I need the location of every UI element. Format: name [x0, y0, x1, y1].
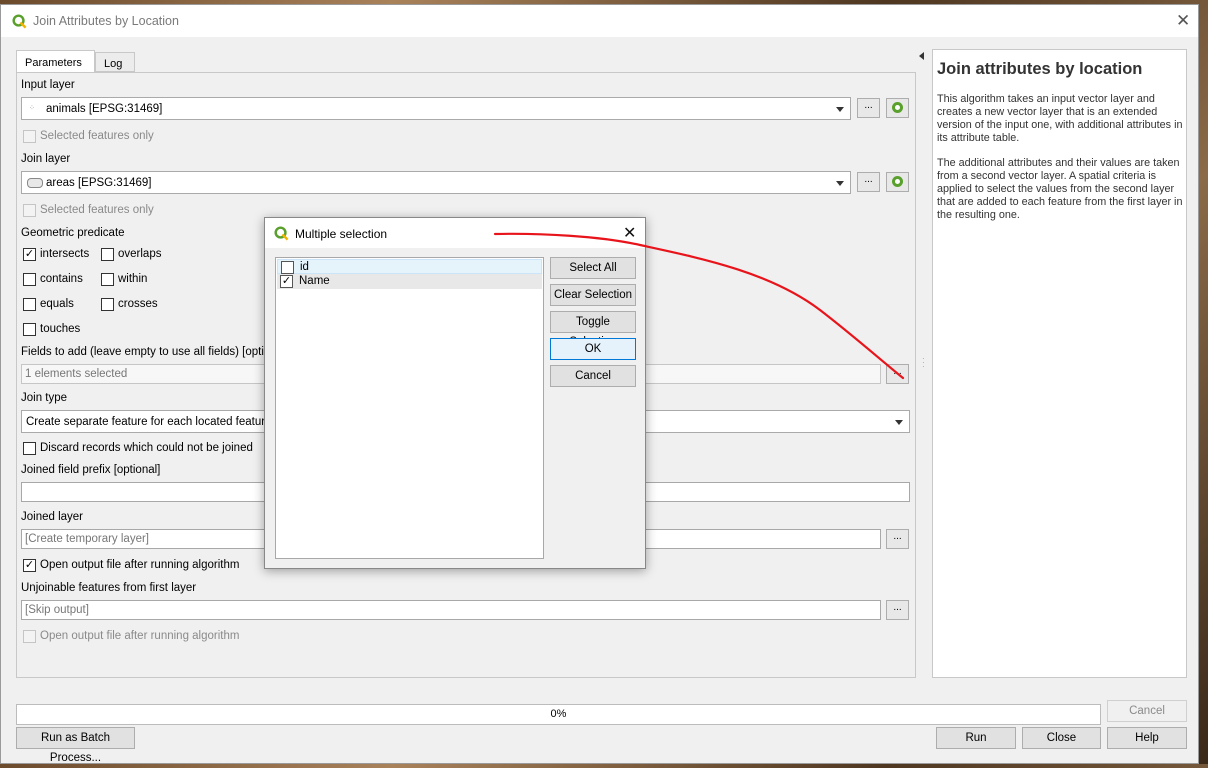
dialog-title: Multiple selection — [295, 227, 388, 241]
tab-label: Parameters — [25, 57, 82, 69]
predicate-touches-checkbox[interactable] — [23, 323, 36, 336]
unjoinable-open-output-checkbox[interactable] — [23, 630, 36, 643]
item-checkbox[interactable] — [281, 261, 294, 274]
join-selected-only-checkbox[interactable] — [23, 204, 36, 217]
joined-layer-label: Joined layer — [21, 511, 84, 523]
progress-bar: 0% — [16, 704, 1101, 725]
input-selected-only-checkbox[interactable] — [23, 130, 36, 143]
help-button[interactable]: Help — [1107, 727, 1187, 749]
predicate-within-checkbox[interactable] — [101, 273, 114, 286]
unjoinable-placeholder: [Skip output] — [25, 604, 89, 616]
help-panel: Join attributes by location This algorit… — [932, 49, 1187, 678]
chevron-down-icon — [836, 181, 844, 186]
list-item[interactable]: id — [277, 259, 542, 274]
polygon-layer-icon — [27, 178, 43, 188]
item-checkbox[interactable]: ✓ — [280, 275, 293, 288]
open-output-label: Open output file after running algorithm — [40, 559, 240, 571]
multiple-selection-dialog: Multiple selection ✕ id ✓ Name Select Al… — [264, 217, 646, 569]
join-layer-combo[interactable]: areas [EPSG:31469] — [21, 171, 851, 194]
run-batch-button[interactable]: Run as Batch Process... — [16, 727, 135, 764]
tab-parameters[interactable]: Parameters — [16, 50, 95, 73]
iterate-icon[interactable] — [886, 172, 909, 192]
close-button[interactable]: Close — [1022, 727, 1101, 749]
predicate-label: intersects — [40, 248, 90, 260]
fields-to-add-label: Fields to add (leave empty to use all fi… — [21, 346, 289, 358]
unjoinable-open-output-label: Open output file after running algorithm — [40, 630, 240, 642]
window-close-icon[interactable]: ✕ — [1176, 11, 1190, 31]
join-selected-only-label: Selected features only — [40, 204, 154, 216]
window-title: Join Attributes by Location — [33, 14, 179, 28]
dialog-cancel-button[interactable]: Cancel — [550, 365, 636, 387]
qgis-logo-icon — [12, 14, 27, 29]
join-layer-browse-button[interactable]: ... — [857, 172, 880, 192]
predicate-contains-checkbox[interactable] — [23, 273, 36, 286]
splitter-handle[interactable]: · · · — [922, 355, 925, 371]
input-layer-label: Input layer — [21, 79, 75, 91]
predicate-overlaps-checkbox[interactable] — [101, 248, 114, 261]
unjoinable-input[interactable]: [Skip output] — [21, 600, 881, 620]
join-type-label: Join type — [21, 392, 68, 404]
point-layer-icon: ⁘ — [29, 105, 35, 112]
unjoinable-label: Unjoinable features from first layer — [21, 582, 197, 594]
item-label: Name — [299, 275, 330, 287]
fields-to-add-value: 1 elements selected — [25, 368, 128, 380]
input-layer-value: animals [EPSG:31469] — [46, 103, 163, 115]
run-button[interactable]: Run — [936, 727, 1016, 749]
help-paragraph-1: This algorithm takes an input vector lay… — [937, 93, 1183, 144]
qgis-logo-icon — [274, 226, 289, 241]
predicate-intersects-checkbox[interactable]: ✓ — [23, 248, 36, 261]
predicate-label: touches — [40, 323, 81, 335]
dialog-close-icon[interactable]: ✕ — [623, 223, 636, 243]
dialog-title-bar: Multiple selection ✕ — [265, 218, 645, 248]
unjoinable-browse-button[interactable]: ... — [886, 600, 909, 620]
list-item[interactable]: ✓ Name — [277, 274, 542, 289]
help-title: Join attributes by location — [937, 60, 1143, 78]
clear-selection-button[interactable]: Clear Selection — [550, 284, 636, 306]
ok-button[interactable]: OK — [550, 338, 636, 360]
input-selected-only-label: Selected features only — [40, 130, 154, 142]
discard-records-checkbox[interactable] — [23, 442, 36, 455]
joined-layer-placeholder: [Create temporary layer] — [25, 533, 149, 545]
predicate-label: within — [118, 273, 148, 285]
chevron-down-icon — [836, 107, 844, 112]
help-paragraph-2: The additional attributes and their valu… — [937, 157, 1183, 221]
input-layer-browse-button[interactable]: ... — [857, 98, 880, 118]
discard-records-label: Discard records which could not be joine… — [40, 442, 253, 454]
join-layer-value: areas [EPSG:31469] — [46, 177, 152, 189]
toggle-selection-button[interactable]: Toggle Selection — [550, 311, 636, 348]
predicate-label: overlaps — [118, 248, 162, 260]
tab-label: Log — [104, 58, 123, 70]
item-label: id — [300, 261, 309, 273]
predicate-label: equals — [40, 298, 74, 310]
join-layer-label: Join layer — [21, 153, 71, 165]
title-bar: Join Attributes by Location ✕ — [1, 5, 1198, 37]
joined-layer-browse-button[interactable]: ... — [886, 529, 909, 549]
predicate-crosses-checkbox[interactable] — [101, 298, 114, 311]
joined-prefix-label: Joined field prefix [optional] — [21, 464, 161, 476]
select-all-button[interactable]: Select All — [550, 257, 636, 279]
input-layer-combo[interactable]: ⁘ animals [EPSG:31469] — [21, 97, 851, 120]
predicate-label: crosses — [118, 298, 158, 310]
cancel-button[interactable]: Cancel — [1107, 700, 1187, 722]
geometric-predicate-label: Geometric predicate — [21, 227, 125, 239]
collapse-help-icon[interactable] — [919, 52, 924, 60]
open-output-checkbox[interactable]: ✓ — [23, 559, 36, 572]
predicate-label: contains — [40, 273, 83, 285]
field-list: id ✓ Name — [275, 257, 544, 559]
tab-log[interactable]: Log — [95, 52, 135, 72]
iterate-icon[interactable] — [886, 98, 909, 118]
predicate-equals-checkbox[interactable] — [23, 298, 36, 311]
chevron-down-icon — [895, 420, 903, 425]
fields-to-add-browse-button[interactable]: ... — [886, 364, 909, 384]
